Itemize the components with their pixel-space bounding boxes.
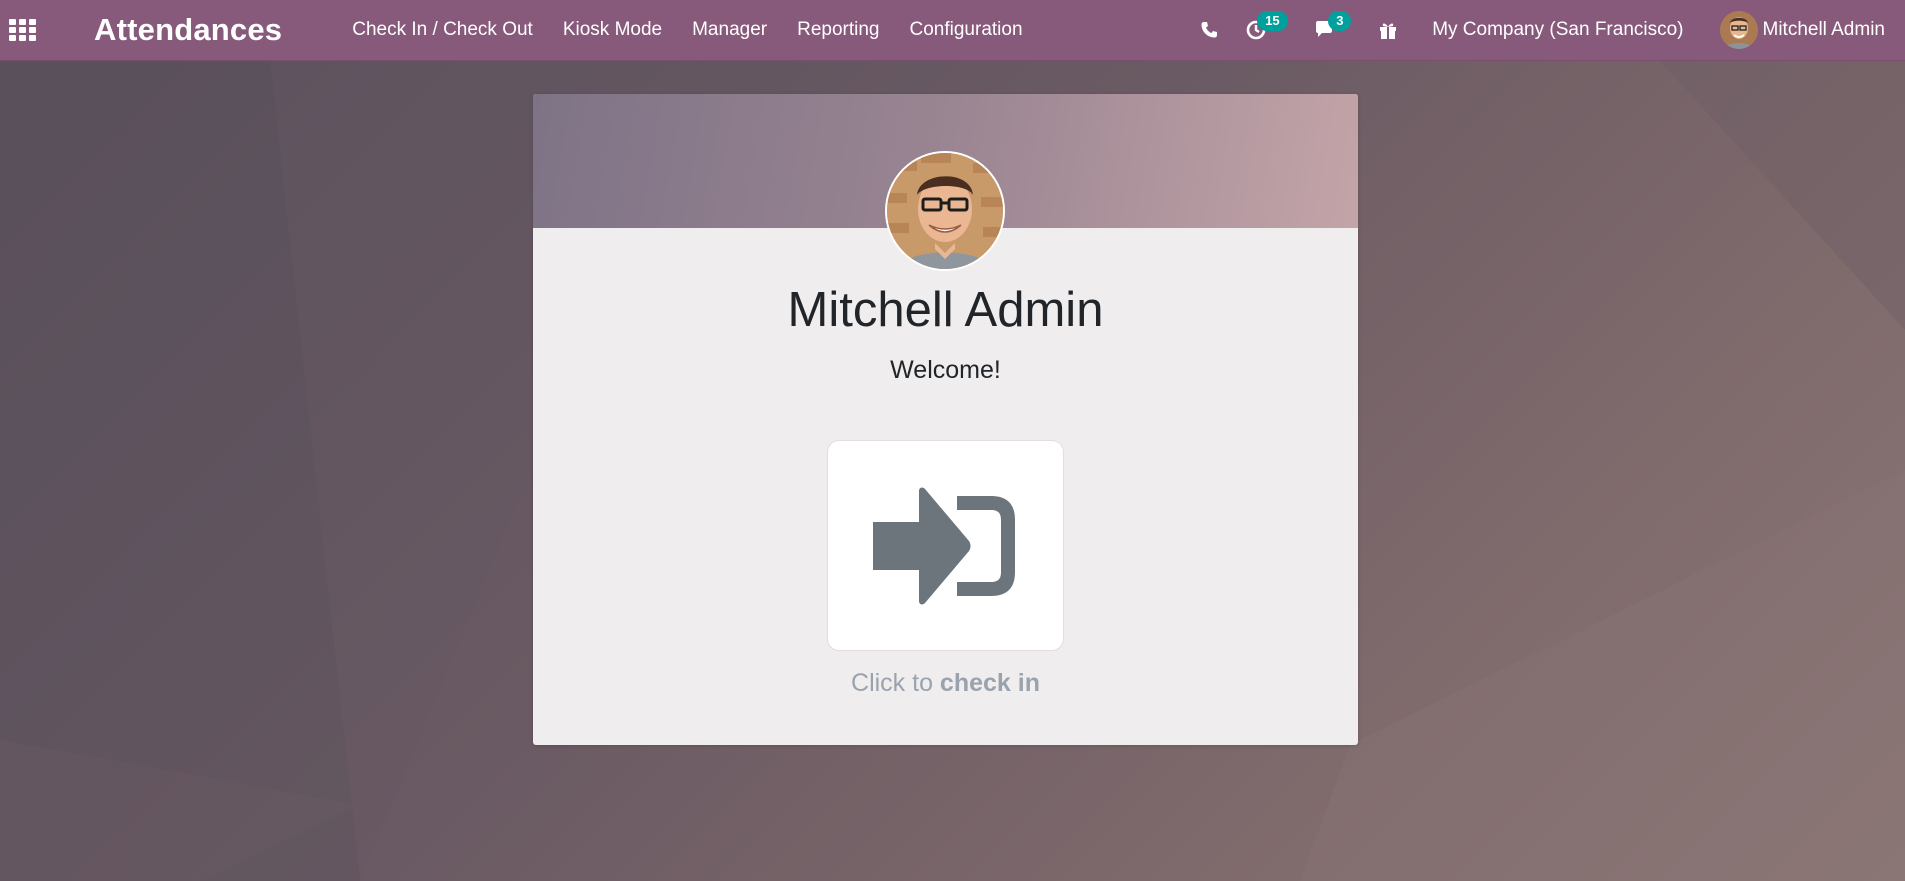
menu-item-reporting[interactable]: Reporting (782, 0, 894, 60)
app-title[interactable]: Attendances (94, 12, 282, 48)
menu-item-manager[interactable]: Manager (677, 0, 782, 60)
user-name: Mitchell Admin (1762, 19, 1886, 40)
employee-name: Mitchell Admin (787, 283, 1104, 337)
company-switcher[interactable]: My Company (San Francisco) (1412, 0, 1701, 60)
phone-icon[interactable] (1186, 0, 1232, 60)
menu-item-configuration[interactable]: Configuration (895, 0, 1038, 60)
check-in-button[interactable] (827, 440, 1064, 651)
activity-menu[interactable]: 15 (1232, 0, 1300, 60)
user-menu[interactable]: Mitchell Admin (1702, 0, 1905, 60)
check-in-hint: Click to check in (533, 669, 1358, 698)
menu-item-kiosk-mode[interactable]: Kiosk Mode (548, 0, 677, 60)
apps-menu-icon[interactable] (8, 18, 38, 42)
avatar (1719, 11, 1758, 49)
gift-icon[interactable] (1364, 0, 1412, 60)
menu-item-check-in-out[interactable]: Check In / Check Out (337, 0, 548, 60)
sign-in-icon (872, 487, 1015, 604)
check-in-hint-action: check in (939, 669, 1040, 697)
top-navbar: Attendances Check In / Check Out Kiosk M… (0, 0, 1905, 61)
employee-avatar (885, 151, 1005, 271)
check-in-hint-prefix: Click to (851, 669, 940, 697)
message-count-badge: 3 (1328, 11, 1352, 31)
attendance-card: Mitchell Admin Welcome! Click to check i… (533, 94, 1358, 745)
activity-count-badge: 15 (1257, 11, 1288, 31)
main-menu: Check In / Check Out Kiosk Mode Manager … (337, 0, 1037, 60)
welcome-message: Welcome! (890, 356, 1001, 384)
systray: 15 3 My Company (San Francisco) Mitchell… (1186, 0, 1905, 60)
messaging-menu[interactable]: 3 (1300, 0, 1364, 60)
